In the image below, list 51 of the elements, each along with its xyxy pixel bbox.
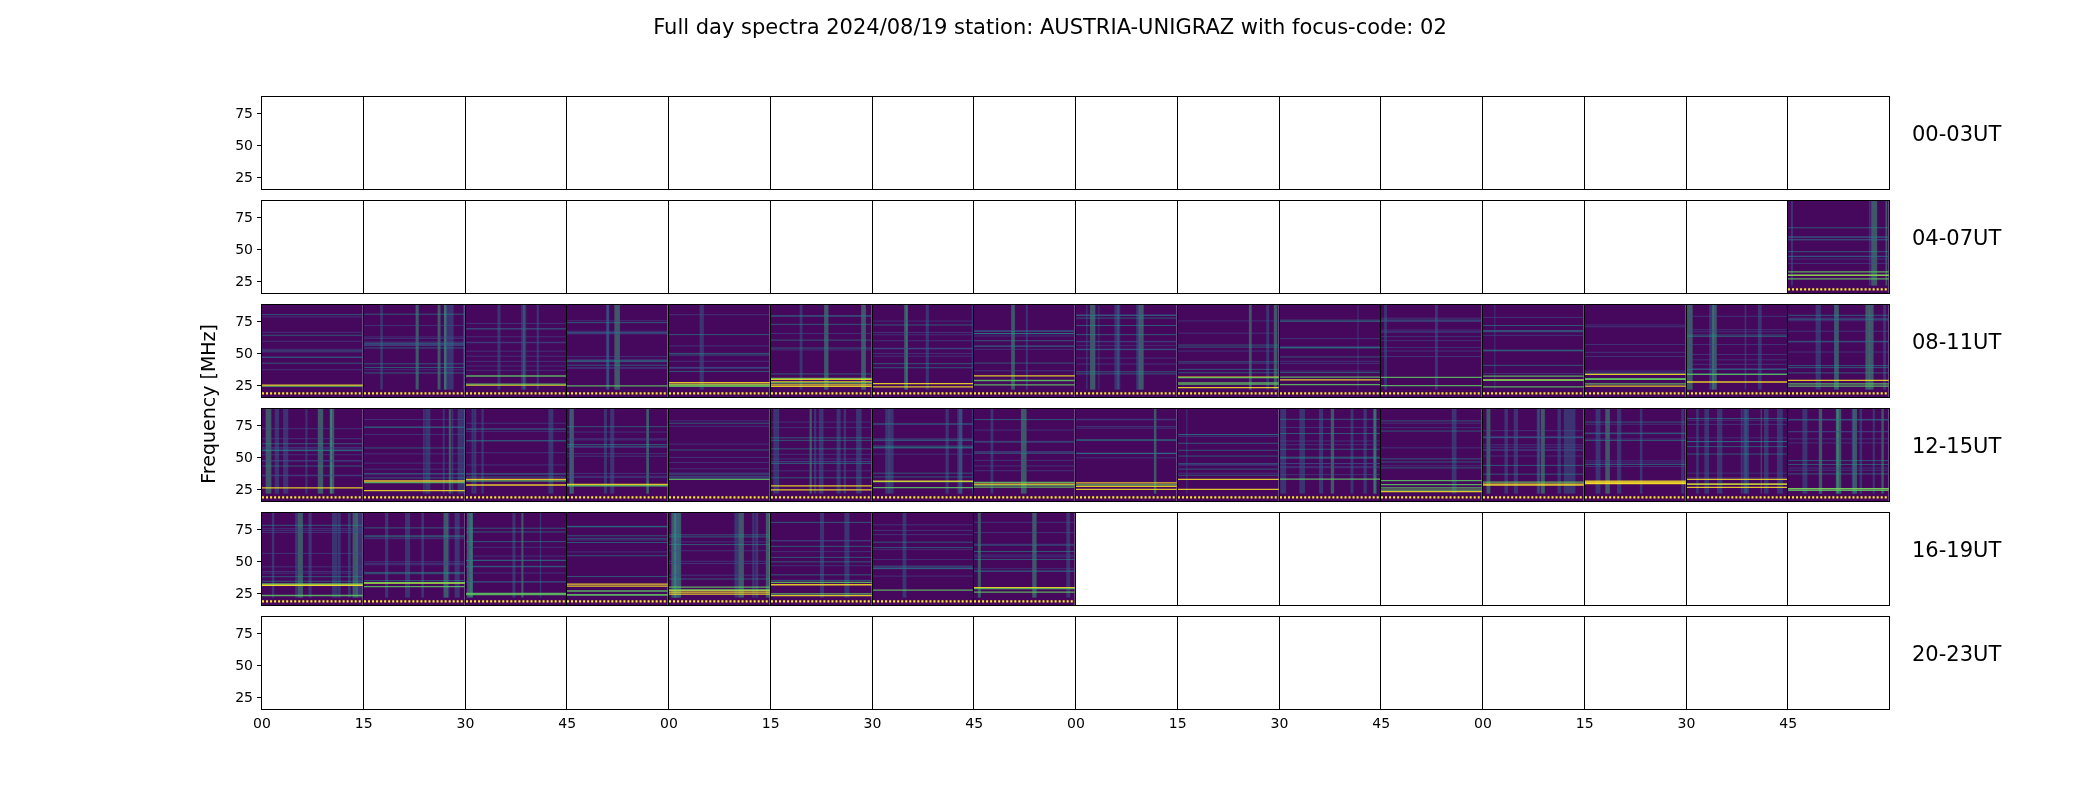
tick-label: 00: [660, 715, 678, 731]
tick-label: 30: [1270, 715, 1289, 731]
row-label: 00-03UT: [1912, 122, 2002, 146]
tick-label: 50: [235, 240, 253, 257]
tick-label: 25: [235, 376, 253, 393]
figure-title: Full day spectra 2024/08/19 station: AUSTRIA-UNIGRAZ with focus-code: 02: [653, 14, 1447, 40]
tick-label: 25: [235, 168, 253, 185]
tick-label: 30: [1677, 715, 1696, 731]
tick-label: 25: [235, 584, 253, 601]
tick-label: 75: [235, 208, 253, 225]
tick-label: 25: [235, 688, 253, 705]
tick-label: 45: [965, 715, 984, 731]
tick-label: 50: [235, 656, 253, 673]
row-label: 04-07UT: [1912, 226, 2002, 250]
tick-label: 75: [235, 416, 253, 433]
tick-label: 00: [253, 715, 271, 731]
tick-label: 50: [235, 552, 253, 569]
tick-mark: [257, 112, 262, 114]
tick-label: 30: [863, 715, 882, 731]
tick-label: 25: [235, 272, 253, 289]
tick-mark: [257, 696, 262, 698]
tick-label: 15: [1575, 715, 1594, 731]
tick-label: 45: [1372, 715, 1391, 731]
row-label: 08-11UT: [1912, 330, 2002, 354]
row-label: 20-23UT: [1912, 642, 2002, 666]
tick-label: 15: [761, 715, 780, 731]
tick-mark: [257, 216, 262, 218]
tick-label: 75: [235, 104, 253, 121]
tick-mark: [257, 248, 262, 250]
tick-label: 00: [1067, 715, 1085, 731]
tick-mark: [257, 144, 262, 146]
tick-label: 75: [235, 312, 253, 329]
tick-label: 50: [235, 448, 253, 465]
row-label: 16-19UT: [1912, 538, 2002, 562]
tick-label: 75: [235, 624, 253, 641]
tick-label: 45: [1779, 715, 1798, 731]
tick-mark: [257, 632, 262, 634]
tick-label: 15: [1168, 715, 1187, 731]
tick-label: 25: [235, 480, 253, 497]
tick-label: 15: [354, 715, 373, 731]
tick-label: 45: [558, 715, 577, 731]
tick-label: 00: [1474, 715, 1492, 731]
tick-label: 50: [235, 136, 253, 153]
tick-label: 75: [235, 520, 253, 537]
row-label: 12-15UT: [1912, 434, 2002, 458]
tick-mark: [257, 176, 262, 178]
tick-mark: [257, 664, 262, 666]
y-axis-label: Frequency [MHz]: [197, 323, 219, 484]
tick-label: 30: [456, 715, 475, 731]
tick-mark: [257, 280, 262, 282]
tick-label: 50: [235, 344, 253, 361]
